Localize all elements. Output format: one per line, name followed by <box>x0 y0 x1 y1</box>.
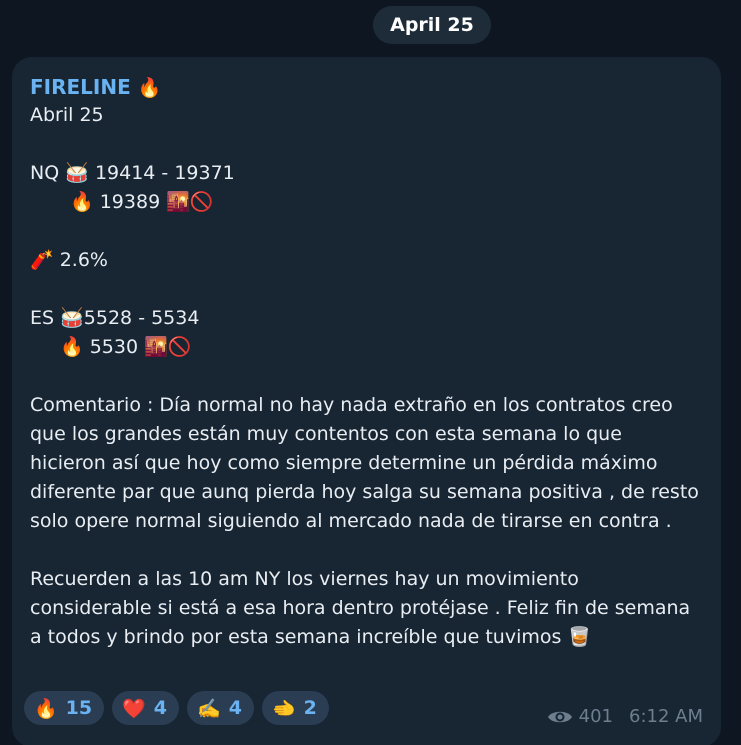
reaction-hand[interactable]: 🫲 2 <box>261 691 329 725</box>
nq-range: 19414 - 19371 <box>94 162 235 184</box>
reaction-writing-hand[interactable]: ✍️ 4 <box>187 691 254 725</box>
message-bubble[interactable]: FIRELINE 🔥 Abril 25 NQ 🥁 19414 - 19371 🔥… <box>12 57 721 745</box>
es-label: ES <box>30 307 55 329</box>
message-meta: 401 6:12 AM <box>547 706 703 727</box>
whiskey-glass-icon: 🥃 <box>567 626 592 648</box>
writing-hand-icon: ✍️ <box>197 697 221 720</box>
fire-icon: 🔥 <box>34 697 58 720</box>
nq-level-line: 🔥 19389 🌇🚫 <box>30 188 703 217</box>
reactions-bar: 🔥 15 ❤️ 4 ✍️ 4 🫲 2 <box>24 691 329 725</box>
fire-icon: 🔥 <box>137 77 162 99</box>
reaction-fire[interactable]: 🔥 15 <box>24 691 105 725</box>
fire-icon: 🔥 <box>60 336 84 358</box>
nq-range-line: NQ 🥁 19414 - 19371 <box>30 159 703 188</box>
reaction-count: 2 <box>303 697 317 719</box>
comment-paragraph: Comentario : Día normal no hay nada extr… <box>30 394 699 532</box>
reaction-count: 4 <box>228 697 242 719</box>
timestamp: 6:12 AM <box>629 706 703 727</box>
view-count: 401 <box>578 706 613 727</box>
sunset-icon: 🌇 <box>144 336 168 358</box>
es-level-line: 🔥 5530 🌇🚫 <box>30 333 703 362</box>
reminder-text: Recuerden a las 10 am NY los viernes hay… <box>30 568 691 648</box>
nq-level: 19389 <box>99 191 161 213</box>
sunset-icon: 🌇 <box>166 191 190 213</box>
sender-label[interactable]: FIRELINE <box>30 75 131 99</box>
drum-icon: 🥁 <box>65 162 89 184</box>
percent-line: 🧨 2.6% <box>30 246 703 275</box>
eye-icon <box>547 708 573 726</box>
percent-value: 2.6% <box>59 249 108 271</box>
message-date-line: Abril 25 <box>30 104 104 126</box>
sender-name[interactable]: FIRELINE 🔥 <box>30 73 703 101</box>
no-entry-icon: 🚫 <box>189 191 214 213</box>
fire-icon: 🔥 <box>70 191 94 213</box>
nq-label: NQ <box>30 162 60 184</box>
es-level: 5530 <box>89 336 139 358</box>
hand-icon: 🫲 <box>271 697 296 720</box>
no-entry-icon: 🚫 <box>167 336 192 358</box>
drum-icon: 🥁 <box>60 307 84 329</box>
reaction-heart[interactable]: ❤️ 4 <box>112 691 180 725</box>
dynamite-icon: 🧨 <box>30 249 54 271</box>
reaction-count: 4 <box>153 697 168 719</box>
date-separator: April 25 <box>373 6 491 44</box>
heart-icon: ❤️ <box>122 697 146 720</box>
es-range-line: ES 🥁5528 - 5534 <box>30 304 703 333</box>
reminder-paragraph: Recuerden a las 10 am NY los viernes hay… <box>30 565 703 652</box>
reaction-count: 15 <box>65 697 93 719</box>
es-range: 5528 - 5534 <box>83 307 200 329</box>
